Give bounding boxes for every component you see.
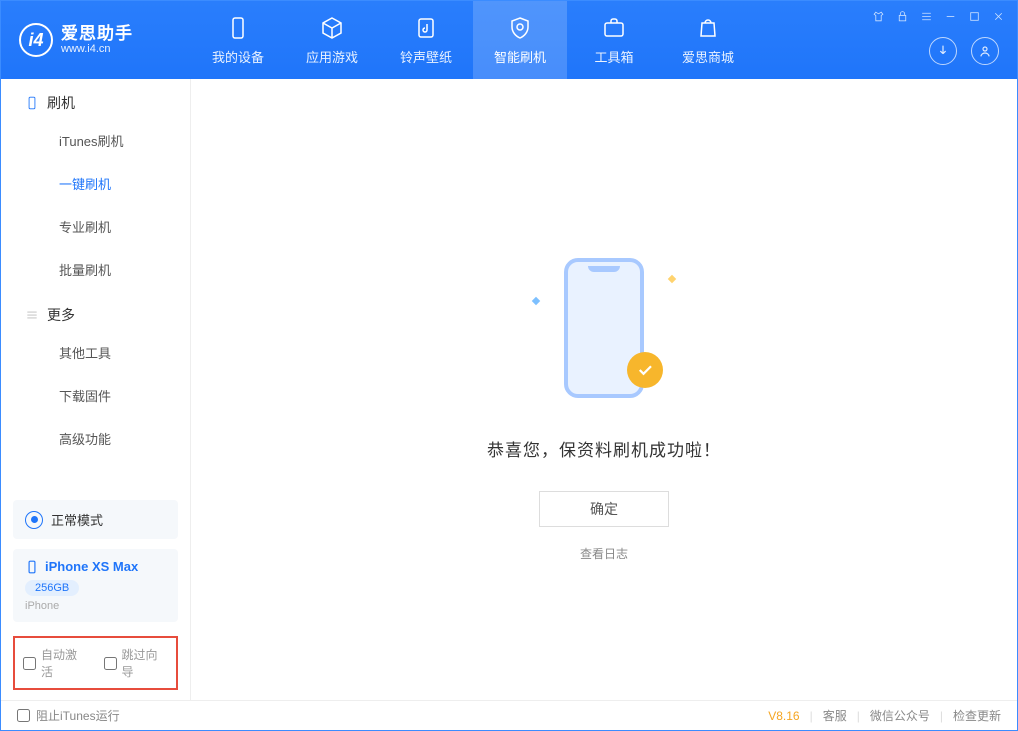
auto-activate-checkbox[interactable]: 自动激活: [23, 646, 88, 680]
sidebar: 刷机 iTunes刷机 一键刷机 专业刷机 批量刷机 更多 其他工具 下载固件 …: [1, 79, 191, 700]
nav-my-device[interactable]: 我的设备: [191, 1, 285, 79]
support-link[interactable]: 客服: [823, 707, 847, 724]
phone-icon: [25, 560, 39, 574]
sparkle-icon: [668, 274, 676, 282]
sidebar-group-flash: 刷机: [1, 79, 190, 119]
sidebar-item-download-firmware[interactable]: 下载固件: [1, 374, 190, 417]
version-label: V8.16: [768, 709, 799, 723]
app-url: www.i4.cn: [61, 43, 133, 55]
status-bar: 阻止iTunes运行 V8.16 | 客服 | 微信公众号 | 检查更新: [1, 700, 1017, 730]
shirt-icon[interactable]: [871, 9, 885, 23]
status-dot-icon: [25, 511, 43, 529]
phone-icon: [25, 96, 39, 110]
cube-icon: [319, 15, 345, 41]
nav-label: 我的设备: [212, 47, 264, 66]
ok-button[interactable]: 确定: [539, 491, 669, 527]
nav-label: 智能刷机: [494, 47, 546, 66]
device-type: iPhone: [25, 600, 166, 612]
device-name: iPhone XS Max: [45, 559, 138, 574]
sidebar-item-itunes-flash[interactable]: iTunes刷机: [1, 119, 190, 162]
device-card[interactable]: iPhone XS Max 256GB iPhone: [13, 549, 178, 622]
sparkle-icon: [532, 296, 540, 304]
bag-icon: [695, 15, 721, 41]
group-title: 刷机: [47, 93, 75, 113]
header-actions: [929, 37, 999, 65]
block-itunes-checkbox[interactable]: 阻止iTunes运行: [17, 707, 120, 724]
main-content: 恭喜您，保资料刷机成功啦！ 确定 查看日志: [191, 79, 1017, 700]
nav-label: 应用游戏: [306, 47, 358, 66]
music-icon: [413, 15, 439, 41]
minimize-icon[interactable]: [943, 9, 957, 23]
nav-label: 爱思商城: [682, 47, 734, 66]
close-icon[interactable]: [991, 9, 1005, 23]
sidebar-item-oneclick-flash[interactable]: 一键刷机: [1, 162, 190, 205]
title-bar: i4 爱思助手 www.i4.cn 我的设备 应用游戏 铃声壁纸 智能刷机 工具…: [1, 1, 1017, 79]
flash-options-highlight: 自动激活 跳过向导: [13, 636, 178, 690]
nav-label: 铃声壁纸: [400, 47, 452, 66]
main-nav: 我的设备 应用游戏 铃声壁纸 智能刷机 工具箱 爱思商城: [191, 1, 755, 79]
sidebar-item-advanced[interactable]: 高级功能: [1, 417, 190, 460]
user-icon[interactable]: [971, 37, 999, 65]
shield-icon: [507, 15, 533, 41]
sidebar-item-other-tools[interactable]: 其他工具: [1, 331, 190, 374]
device-icon: [225, 15, 251, 41]
list-icon: [25, 308, 39, 322]
check-badge-icon: [627, 352, 663, 388]
view-log-link[interactable]: 查看日志: [580, 545, 628, 562]
nav-ringtones[interactable]: 铃声壁纸: [379, 1, 473, 79]
nav-toolbox[interactable]: 工具箱: [567, 1, 661, 79]
success-illustration: [539, 258, 669, 408]
nav-store[interactable]: 爱思商城: [661, 1, 755, 79]
app-logo: i4 爱思助手 www.i4.cn: [1, 23, 191, 57]
download-icon[interactable]: [929, 37, 957, 65]
sidebar-group-more: 更多: [1, 291, 190, 331]
skip-guide-checkbox[interactable]: 跳过向导: [104, 646, 169, 680]
status-label: 正常模式: [51, 510, 103, 529]
sidebar-item-batch-flash[interactable]: 批量刷机: [1, 248, 190, 291]
success-message: 恭喜您，保资料刷机成功啦！: [487, 436, 721, 461]
sidebar-item-pro-flash[interactable]: 专业刷机: [1, 205, 190, 248]
nav-label: 工具箱: [594, 47, 633, 66]
group-title: 更多: [47, 305, 75, 325]
lock-icon[interactable]: [895, 9, 909, 23]
nav-flash[interactable]: 智能刷机: [473, 1, 567, 79]
maximize-icon[interactable]: [967, 9, 981, 23]
device-capacity: 256GB: [25, 580, 79, 596]
menu-icon[interactable]: [919, 9, 933, 23]
window-controls: [871, 9, 1005, 23]
app-name: 爱思助手: [61, 25, 133, 44]
briefcase-icon: [601, 15, 627, 41]
device-mode-status[interactable]: 正常模式: [13, 500, 178, 539]
nav-apps[interactable]: 应用游戏: [285, 1, 379, 79]
check-update-link[interactable]: 检查更新: [953, 707, 1001, 724]
logo-icon: i4: [19, 23, 53, 57]
wechat-link[interactable]: 微信公众号: [870, 707, 930, 724]
